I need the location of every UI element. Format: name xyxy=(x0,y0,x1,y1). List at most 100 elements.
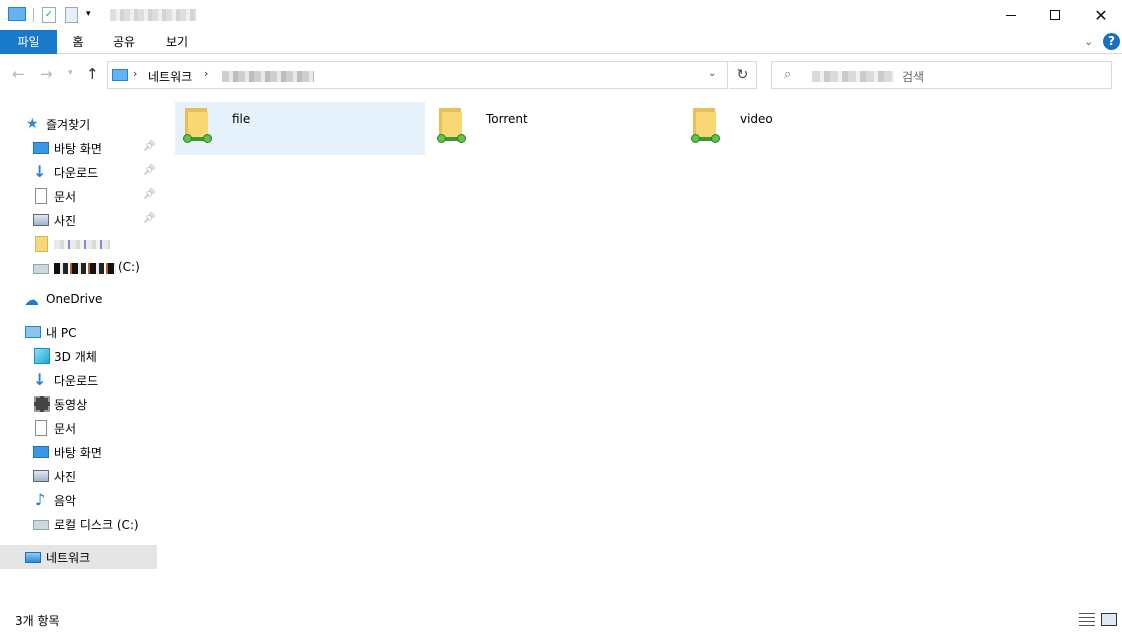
desktop-icon xyxy=(33,142,49,154)
drive-name-redacted xyxy=(54,263,116,274)
sidebar-item-label: 로컬 디스크 (C:) xyxy=(54,518,139,532)
sidebar-item-label: 다운로드 xyxy=(54,374,99,388)
properties-icon[interactable]: ✓ xyxy=(42,7,56,23)
pin-icon: 📌︎ xyxy=(143,213,156,224)
sidebar-item-3d-objects[interactable]: 3D 개체 xyxy=(0,344,157,368)
download-icon: ↓ xyxy=(33,370,47,389)
network-folder-icon xyxy=(183,108,212,143)
computer-icon xyxy=(112,69,128,81)
pin-icon: 📌︎ xyxy=(143,165,156,176)
breadcrumb-separator[interactable]: › xyxy=(133,67,137,80)
sidebar-item-label: OneDrive xyxy=(46,292,103,306)
forward-button[interactable]: → xyxy=(40,65,53,83)
new-folder-icon[interactable] xyxy=(65,7,78,23)
sidebar-item-desktop[interactable]: 바탕 화면 📌︎ xyxy=(0,136,157,160)
network-icon xyxy=(25,552,41,563)
close-button[interactable]: ✕ xyxy=(1078,0,1122,30)
navigation-bar: ← → ▾ ↑ › 네트워크 › ⌄ ↻ ⌕ 검색 xyxy=(0,56,1122,94)
folder-name-redacted xyxy=(54,240,110,249)
back-button[interactable]: ← xyxy=(12,65,25,83)
maximize-button[interactable] xyxy=(1032,0,1078,30)
expand-ribbon-button[interactable]: ⌄ xyxy=(1084,35,1093,48)
minimize-icon xyxy=(1006,14,1016,16)
computer-icon xyxy=(25,326,41,338)
computer-icon xyxy=(8,7,26,21)
3d-objects-icon xyxy=(34,348,50,364)
search-box[interactable]: ⌕ 검색 xyxy=(771,61,1112,89)
navigation-pane: ★ 즐겨찾기 바탕 화면 📌︎ ↓ 다운로드 📌︎ 문서 📌︎ 사진 📌︎ (C… xyxy=(0,106,160,606)
music-icon: ♪ xyxy=(35,490,46,509)
sidebar-item-pictures[interactable]: 사진 📌︎ xyxy=(0,208,157,232)
network-folder-item[interactable]: Torrent xyxy=(429,102,679,155)
maximize-icon xyxy=(1050,10,1060,20)
sidebar-item-local-disk[interactable]: 로컬 디스크 (C:) xyxy=(0,512,157,536)
download-icon: ↓ xyxy=(33,162,47,181)
sidebar-item-documents[interactable]: 문서 📌︎ xyxy=(0,184,157,208)
star-icon: ★ xyxy=(26,116,39,132)
drive-icon xyxy=(33,264,49,274)
pin-icon: 📌︎ xyxy=(143,141,156,152)
toolbar-divider xyxy=(33,8,34,22)
document-icon xyxy=(35,420,47,436)
refresh-button[interactable]: ↻ xyxy=(729,61,757,89)
cloud-icon: ☁ xyxy=(24,291,39,309)
breadcrumb-network[interactable]: 네트워크 xyxy=(148,68,192,85)
sidebar-item-onedrive[interactable]: ☁ OneDrive xyxy=(0,288,157,312)
tab-home[interactable]: 홈 xyxy=(64,30,92,54)
sidebar-item-label: 사진 xyxy=(54,470,77,484)
customize-quick-access-button[interactable]: ▾ xyxy=(86,9,91,19)
sidebar-item-this-pc[interactable]: 내 PC xyxy=(0,320,157,344)
sidebar-item-label: 3D 개체 xyxy=(54,350,97,364)
tab-share[interactable]: 공유 xyxy=(104,30,144,54)
sidebar-item-downloads[interactable]: ↓ 다운로드 xyxy=(0,368,157,392)
desktop-icon xyxy=(33,446,49,458)
network-folder-icon xyxy=(691,108,720,143)
sidebar-item-desktop[interactable]: 바탕 화면 xyxy=(0,440,157,464)
videos-icon xyxy=(34,396,50,412)
network-folder-item[interactable]: file xyxy=(175,102,425,155)
help-button[interactable]: ? xyxy=(1103,33,1120,50)
network-folder-item[interactable]: video xyxy=(683,102,933,155)
sidebar-item-downloads[interactable]: ↓ 다운로드 📌︎ xyxy=(0,160,157,184)
address-bar[interactable]: › 네트워크 › ⌄ xyxy=(107,61,728,89)
sidebar-item-label: 문서 xyxy=(54,190,77,204)
pin-icon: 📌︎ xyxy=(143,189,156,200)
status-item-count: 3개 항목 xyxy=(15,614,60,628)
breadcrumb-separator[interactable]: › xyxy=(204,67,208,80)
pictures-icon xyxy=(33,470,49,482)
search-icon: ⌕ xyxy=(784,67,792,82)
drive-icon xyxy=(33,520,49,530)
tab-view[interactable]: 보기 xyxy=(157,30,197,54)
title-bar: ✓ ▾ ✕ xyxy=(0,0,1122,30)
network-folder-icon xyxy=(437,108,466,143)
large-icons-view-icon[interactable] xyxy=(1101,613,1117,626)
sidebar-item-quick-access[interactable]: ★ 즐겨찾기 xyxy=(0,112,157,136)
pictures-icon xyxy=(33,214,49,226)
details-view-icon[interactable] xyxy=(1079,613,1095,626)
recent-locations-button[interactable]: ▾ xyxy=(68,68,73,78)
sidebar-item-label: 사진 xyxy=(54,214,77,228)
sidebar-item-label: 문서 xyxy=(54,422,77,436)
sidebar-item-label: 바탕 화면 xyxy=(54,142,102,156)
tab-file[interactable]: 파일 xyxy=(0,30,57,54)
sidebar-item-label: 다운로드 xyxy=(54,166,99,180)
address-dropdown-button[interactable]: ⌄ xyxy=(708,68,716,79)
sidebar-item-network[interactable]: 네트워크 xyxy=(0,545,157,569)
sidebar-item-label: 동영상 xyxy=(54,398,88,412)
sidebar-item-music[interactable]: ♪ 음악 xyxy=(0,488,157,512)
document-icon xyxy=(35,188,47,204)
minimize-button[interactable] xyxy=(988,0,1034,30)
sidebar-item-pictures[interactable]: 사진 xyxy=(0,464,157,488)
sidebar-item-folder-redacted[interactable] xyxy=(0,232,157,256)
window-title-redacted xyxy=(110,9,196,21)
item-name: Torrent xyxy=(486,112,528,126)
sidebar-item-label: 즐겨찾기 xyxy=(46,118,91,132)
sidebar-item-drive-redacted[interactable]: (C:) xyxy=(0,256,157,280)
sidebar-item-documents[interactable]: 문서 xyxy=(0,416,157,440)
sidebar-item-videos[interactable]: 동영상 xyxy=(0,392,157,416)
item-name: file xyxy=(232,112,251,126)
up-button[interactable]: ↑ xyxy=(86,65,99,83)
breadcrumb-redacted[interactable] xyxy=(222,71,314,82)
folder-icon xyxy=(35,236,48,252)
sidebar-item-label: (C:) xyxy=(118,260,140,274)
